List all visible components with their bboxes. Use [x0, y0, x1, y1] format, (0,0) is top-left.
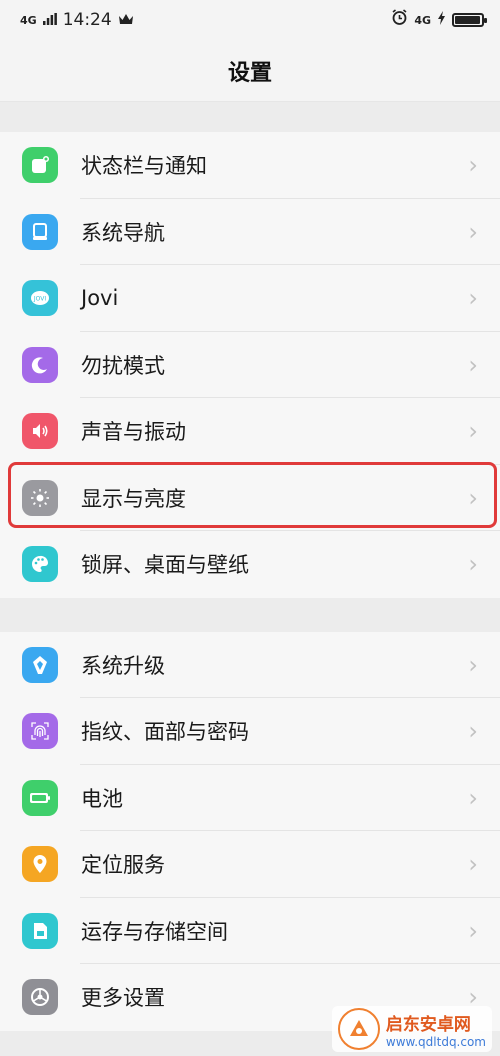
chevron-right-icon: › — [468, 417, 478, 446]
status-bar: 4G 14:24 4G — [0, 0, 500, 40]
settings-group-2: 系统升级 › 指纹、面部与密码 › 电池 › 定位服务 › 运存与存储空间 › 更多设置 › — [0, 631, 500, 1031]
storage-icon — [34, 922, 47, 939]
settings-item[interactable]: 指纹、面部与密码 › — [0, 698, 500, 765]
speaker-icon — [33, 424, 48, 439]
location-icon — [22, 846, 58, 883]
battery-icon — [22, 779, 58, 816]
crown-icon — [118, 10, 134, 30]
location-icon — [33, 855, 47, 874]
settings-item-label: 勿扰模式 — [81, 353, 165, 378]
notification-icon — [22, 147, 58, 184]
section-spacer — [0, 102, 500, 132]
chevron-right-icon: › — [468, 783, 478, 812]
settings-item[interactable]: 勿扰模式 › — [0, 332, 500, 398]
chevron-right-icon: › — [468, 151, 478, 180]
upgrade-icon — [22, 646, 58, 683]
moon-icon — [22, 346, 58, 383]
palette-icon — [22, 546, 58, 583]
palette-icon — [32, 556, 49, 573]
fingerprint-icon — [31, 722, 49, 740]
chevron-right-icon: › — [468, 550, 478, 579]
settings-group-1: 状态栏与通知 › 系统导航 › JOVI Jovi › 勿扰模式 › 声音与振动 › 显示与亮度 › 锁屏… — [0, 132, 500, 598]
moon-icon — [31, 357, 47, 374]
fingerprint-icon — [22, 713, 58, 750]
chevron-right-icon: › — [468, 650, 478, 679]
signal-bars-icon — [42, 10, 57, 30]
settings-item-label: 系统升级 — [81, 653, 165, 678]
settings-item[interactable]: 声音与振动 › — [0, 398, 500, 465]
settings-item-label: 定位服务 — [81, 853, 165, 878]
battery-fill — [455, 16, 480, 24]
clock: 14:24 — [62, 10, 112, 30]
gear-icon — [22, 979, 58, 1016]
settings-item[interactable]: JOVI Jovi › — [0, 265, 500, 332]
settings-item-label: 运存与存储空间 — [81, 919, 228, 944]
section-spacer — [0, 597, 500, 632]
chevron-right-icon: › — [468, 850, 478, 879]
signal-indicator-right: 4G — [414, 13, 431, 27]
chevron-right-icon: › — [468, 483, 478, 512]
settings-item-label: 显示与亮度 — [81, 486, 186, 511]
watermark-title: 启东安卓网 — [385, 1014, 471, 1035]
brightness-icon — [31, 488, 49, 507]
watermark-url: www.qdltdq.com — [385, 1034, 486, 1049]
jovi-icon: JOVI — [31, 291, 49, 306]
settings-item[interactable]: 系统导航 › — [0, 199, 500, 265]
brightness-icon — [22, 479, 58, 516]
settings-item-label: 锁屏、桌面与壁纸 — [81, 553, 249, 578]
notification-icon — [32, 156, 49, 174]
settings-item-label: 电池 — [81, 786, 123, 811]
settings-item[interactable]: 显示与亮度 › — [0, 465, 500, 531]
settings-item-label: 指纹、面部与密码 — [81, 720, 249, 745]
jovi-icon: JOVI — [22, 280, 58, 317]
settings-item[interactable]: 电池 › — [0, 765, 500, 831]
settings-item-label: 系统导航 — [81, 220, 165, 245]
settings-item[interactable]: 运存与存储空间 › — [0, 898, 500, 964]
page-title: 设置 — [0, 40, 500, 102]
settings-item[interactable]: 系统升级 › — [0, 632, 500, 698]
chevron-right-icon: › — [468, 217, 478, 246]
speaker-icon — [22, 413, 58, 450]
watermark-logo-icon — [337, 1008, 380, 1050]
settings-item[interactable]: 定位服务 › — [0, 831, 500, 898]
charging-icon — [437, 10, 446, 30]
chevron-right-icon: › — [468, 916, 478, 945]
alarm-icon — [391, 9, 408, 31]
watermark: 启东安卓网 www.qdltdq.com — [331, 1006, 492, 1052]
gear-icon — [31, 988, 49, 1007]
signal-indicator: 4G — [20, 13, 37, 27]
navigation-icon — [22, 213, 58, 250]
upgrade-icon — [33, 655, 47, 674]
battery-icon — [452, 13, 487, 27]
storage-icon — [22, 912, 58, 949]
settings-item-label: 状态栏与通知 — [81, 154, 207, 179]
chevron-right-icon: › — [468, 717, 478, 746]
settings-item-label: Jovi — [81, 286, 119, 311]
settings-item[interactable]: 状态栏与通知 › — [0, 132, 500, 199]
battery-icon — [30, 792, 50, 803]
svg-text:JOVI: JOVI — [33, 296, 46, 303]
chevron-right-icon: › — [468, 350, 478, 379]
chevron-right-icon: › — [468, 284, 478, 313]
navigation-icon — [33, 222, 47, 240]
settings-item-label: 声音与振动 — [81, 420, 186, 445]
settings-item[interactable]: 锁屏、桌面与壁纸 › — [0, 531, 500, 598]
